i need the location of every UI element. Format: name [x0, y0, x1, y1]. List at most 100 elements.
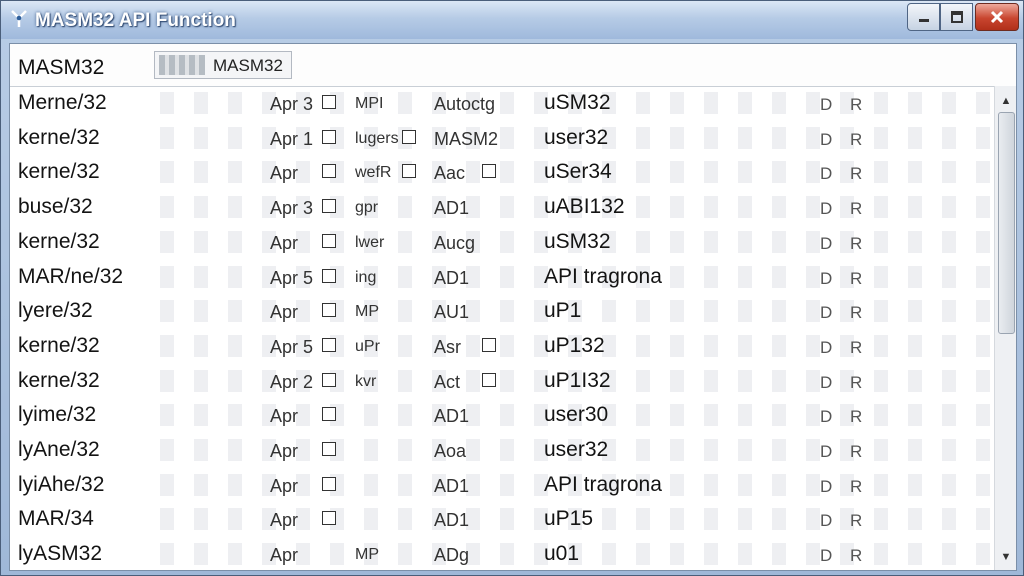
row-mark-r: R [850, 546, 863, 566]
row-mark-r: R [850, 372, 863, 392]
module-label: Aoa [434, 441, 467, 461]
minimize-button[interactable] [907, 3, 940, 31]
row-checkbox[interactable] [322, 199, 336, 214]
library-name: API tragrona [544, 264, 662, 288]
app-icon [11, 10, 27, 27]
row-checkbox[interactable] [322, 164, 336, 179]
table-row[interactable]: lyiAhe/32 Apr AD1 API tragrona D R [10, 468, 994, 503]
type-label: MP [355, 546, 379, 564]
vertical-scrollbar[interactable]: ▲ ▼ [994, 86, 1016, 570]
row-checkbox[interactable] [322, 95, 336, 109]
library-name: uP1 [544, 299, 582, 323]
row-checkbox[interactable] [322, 372, 336, 387]
function-name: buse/32 [18, 195, 93, 219]
table-row[interactable]: kerne/32 Apr lwer Aucg uSM32 D R [10, 225, 994, 260]
function-name: kerne/32 [18, 229, 100, 253]
library-name: uSM32 [544, 229, 611, 253]
table-row[interactable]: lyime/32 Apr AD1 user30 D R [10, 398, 994, 433]
library-name: uP1I32 [544, 368, 611, 392]
module-label: ADg [434, 545, 470, 566]
row-mark-r: R [850, 407, 863, 427]
api-label: Apr 5 [270, 267, 314, 288]
function-name: kerne/32 [18, 160, 100, 184]
header-field-text: MASM32 [213, 56, 283, 75]
row-checkbox[interactable] [402, 164, 416, 179]
type-label: wefR [355, 164, 392, 182]
maximize-button[interactable] [940, 3, 973, 31]
row-mark-d: D [820, 95, 833, 114]
module-label: AD1 [434, 406, 470, 427]
table-row[interactable]: lyASM32 Apr MP ADg u01 D R [10, 537, 994, 570]
title-bar[interactable]: MASM32 API Function [1, 1, 1023, 39]
row-mark-r: R [850, 199, 863, 219]
table-row[interactable]: kerne/32 Apr 1 lugers MASM2 user32 D R [10, 121, 994, 156]
list-header: MASM32 MASM32 [10, 44, 1016, 87]
function-name: lyAne/32 [18, 438, 100, 461]
row-mark-r: R [850, 303, 863, 323]
toolbar-thumbnail-icon [159, 55, 205, 75]
function-name: lyASM32 [18, 542, 103, 566]
row-checkbox[interactable] [322, 442, 336, 456]
module-label: Aucg [434, 232, 476, 253]
row-checkbox[interactable] [322, 268, 336, 283]
header-field[interactable]: MASM32 [154, 51, 292, 79]
table-row[interactable]: buse/32 Apr 3 gpr AD1 uABI132 D R [10, 190, 994, 225]
row-checkbox[interactable] [482, 337, 496, 352]
row-checkbox[interactable] [322, 407, 336, 422]
function-name: kerne/32 [18, 368, 100, 392]
library-name: user32 [544, 438, 609, 461]
api-label: Apr 5 [270, 336, 314, 357]
scroll-down-arrow-icon[interactable]: ▼ [995, 546, 1016, 568]
module-label: Autoctg [434, 94, 496, 114]
close-button[interactable] [975, 3, 1019, 31]
row-checkbox[interactable] [482, 164, 496, 179]
table-row[interactable]: lyAne/32 Apr Aoa user32 D R [10, 433, 994, 468]
scroll-thumb[interactable] [998, 112, 1015, 334]
row-mark-d: D [820, 476, 833, 496]
module-label: AD1 [434, 475, 470, 496]
header-label: MASM32 [18, 56, 105, 79]
row-checkbox[interactable] [482, 372, 496, 387]
row-mark-d: D [820, 511, 833, 531]
api-label: Apr 3 [270, 198, 314, 219]
row-mark-r: R [850, 129, 863, 149]
row-checkbox[interactable] [322, 303, 336, 318]
table-row[interactable]: kerne/32 Apr wefR Aac uSer34 D R [10, 155, 994, 190]
minimize-icon [918, 19, 929, 22]
type-label: uPr [355, 337, 380, 355]
row-checkbox[interactable] [402, 129, 416, 144]
row-mark-d: D [820, 233, 833, 253]
module-label: Act [434, 371, 461, 392]
row-mark-r: R [850, 95, 863, 114]
scroll-up-arrow-icon[interactable]: ▲ [995, 90, 1016, 112]
module-label: MASM2 [434, 128, 499, 149]
table-row[interactable]: lyere/32 Apr MP AU1 uP1 D R [10, 294, 994, 329]
table-row[interactable]: kerne/32 Apr 2 kvr Act uP1I32 D R [10, 364, 994, 399]
row-checkbox[interactable] [322, 476, 336, 491]
row-checkbox[interactable] [322, 233, 336, 248]
row-mark-d: D [820, 303, 833, 323]
module-label: AD1 [434, 267, 470, 288]
function-name: MAR/ne/32 [18, 264, 124, 288]
row-checkbox[interactable] [322, 337, 336, 352]
type-label: gpr [355, 199, 379, 217]
module-label: AD1 [434, 510, 470, 531]
api-label: Apr 3 [270, 94, 314, 114]
api-label: Apr [270, 232, 299, 253]
function-list[interactable]: Merne/32 Apr 3 MPI Autoctg uSM32 D Rkerne/32 Ap… [10, 86, 994, 570]
api-label: Apr [270, 510, 299, 531]
type-label: MP [355, 303, 379, 321]
row-mark-r: R [850, 476, 863, 496]
row-mark-d: D [820, 129, 833, 149]
module-label: Asr [434, 336, 461, 357]
row-checkbox[interactable] [322, 129, 336, 144]
table-row[interactable]: MAR/ne/32 Apr 5 ing AD1 API tragrona D R [10, 260, 994, 295]
table-row[interactable]: Merne/32 Apr 3 MPI Autoctg uSM32 D R [10, 86, 994, 121]
module-label: Aac [434, 163, 466, 184]
row-mark-d: D [820, 372, 833, 392]
table-row[interactable]: kerne/32 Apr 5 uPr Asr uP132 D R [10, 329, 994, 364]
row-mark-r: R [850, 164, 863, 184]
table-row[interactable]: MAR/34 Apr AD1 uP15 D R [10, 502, 994, 537]
row-checkbox[interactable] [322, 511, 336, 526]
function-name: Merne/32 [18, 91, 107, 114]
